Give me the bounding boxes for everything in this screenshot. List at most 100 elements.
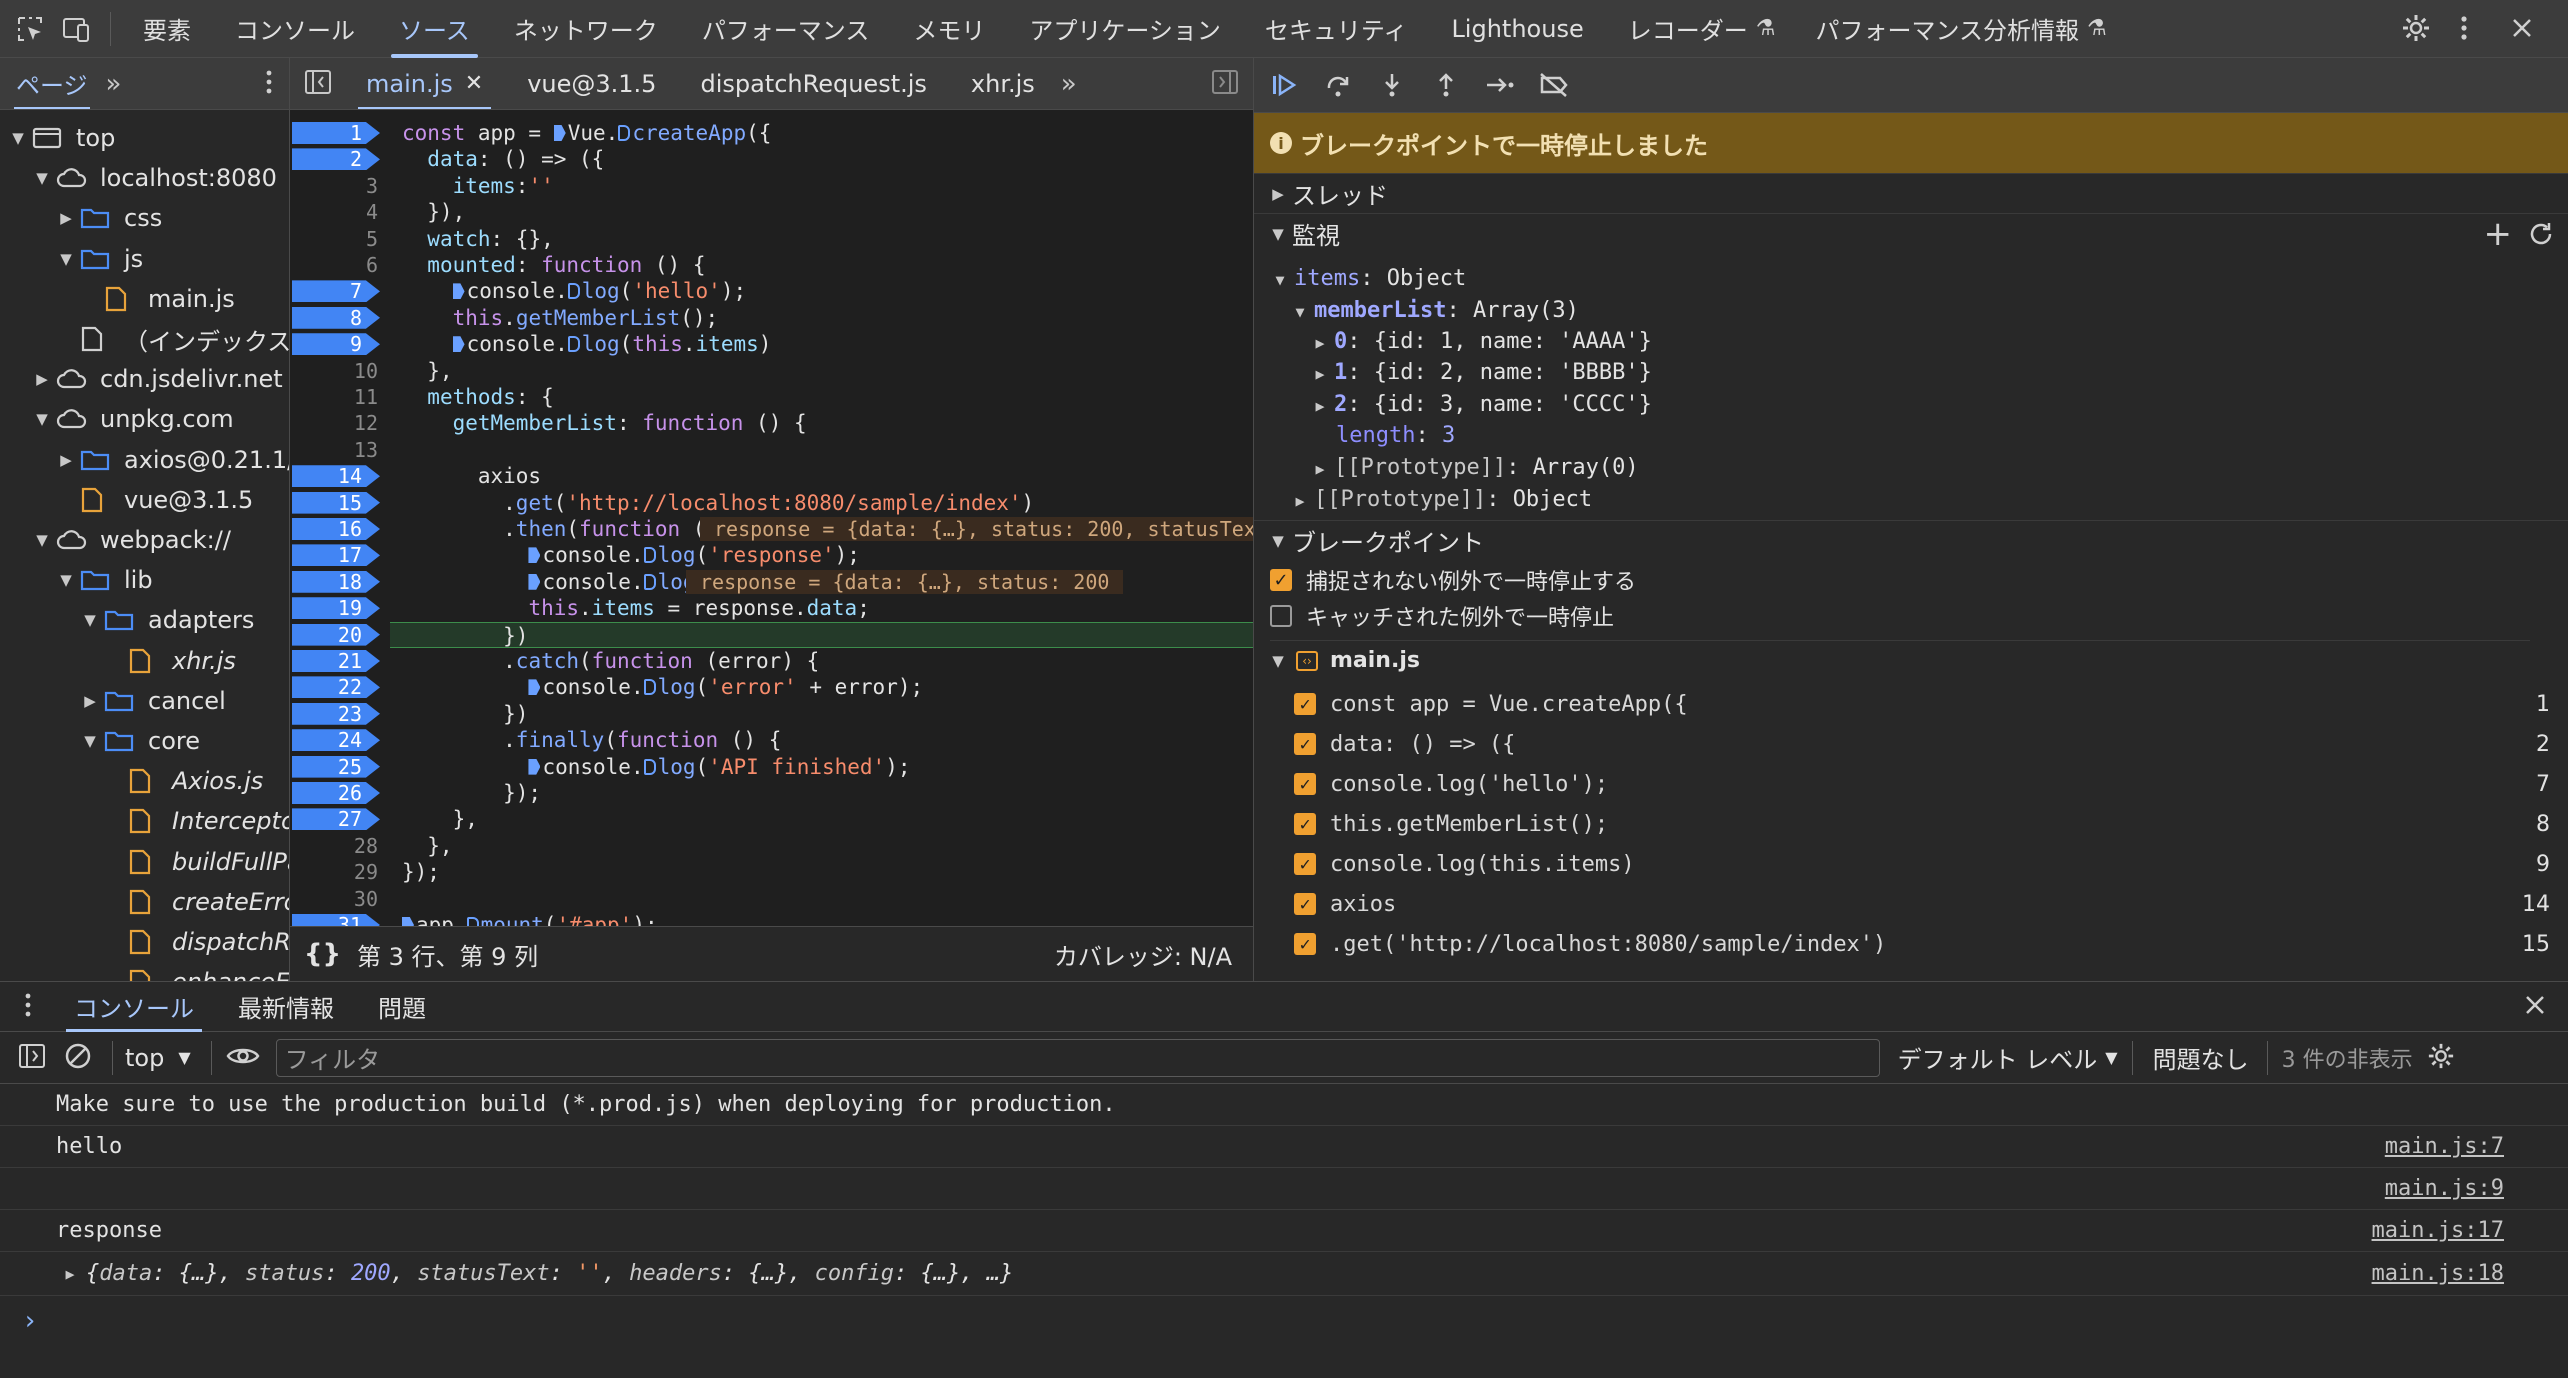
code-line[interactable]: 4 }), bbox=[290, 199, 1253, 225]
watch-memberlist[interactable]: ▼ memberList: Array(3) bbox=[1292, 295, 1578, 327]
breakpoint-marker[interactable]: 14 bbox=[292, 465, 380, 488]
code-line[interactable]: 2 data: () => ({ bbox=[290, 146, 1253, 172]
main-tab-3[interactable]: ネットワーク bbox=[492, 0, 680, 58]
line-number[interactable]: 27 bbox=[290, 806, 390, 832]
code-line[interactable]: 31 app. mount('#app'); bbox=[290, 912, 1253, 926]
toggle-navigator-icon[interactable] bbox=[304, 69, 332, 99]
tree-item[interactable]: ▼ webpack:// bbox=[34, 520, 231, 560]
code-line[interactable]: 8 this.getMemberList(); bbox=[290, 305, 1253, 331]
line-number[interactable]: 24 bbox=[290, 727, 390, 753]
live-expression-eye-icon[interactable] bbox=[226, 1044, 260, 1072]
deactivate-breakpoints-icon[interactable] bbox=[1538, 69, 1570, 101]
collapsed-arrow-icon[interactable]: ▶ bbox=[34, 370, 50, 388]
expanded-arrow-icon[interactable]: ▼ bbox=[34, 169, 50, 187]
code-line[interactable]: 23 }) bbox=[290, 701, 1253, 727]
console-prompt[interactable]: › bbox=[22, 1306, 38, 1336]
line-number[interactable]: 22 bbox=[290, 674, 390, 700]
tree-item[interactable]: ▼ js bbox=[58, 239, 143, 279]
file-tab[interactable]: main.js ✕ bbox=[344, 58, 505, 109]
code-line[interactable]: 24 .finally(function () { bbox=[290, 727, 1253, 753]
breakpoint-marker[interactable]: 15 bbox=[292, 491, 380, 514]
tree-item[interactable]: Axios.js bbox=[106, 761, 263, 801]
line-number[interactable]: 16 bbox=[290, 516, 390, 542]
tree-item[interactable]: ▼ top bbox=[10, 118, 115, 158]
breakpoint-marker[interactable]: 20 bbox=[292, 623, 380, 646]
breakpoint-entry[interactable]: ✓ const app = Vue.createApp({1 bbox=[1294, 684, 2554, 724]
watch-proto-object[interactable]: ▶ [[Prototype]]: Object bbox=[1292, 484, 1592, 516]
breakpoint-marker[interactable]: 27 bbox=[292, 808, 380, 831]
breakpoint-marker[interactable]: 1 bbox=[292, 122, 380, 144]
breakpoint-marker[interactable]: 2 bbox=[292, 148, 380, 171]
code-line[interactable]: 28 }, bbox=[290, 833, 1253, 859]
refresh-icon[interactable] bbox=[2528, 221, 2554, 253]
main-tab-7[interactable]: セキュリティ bbox=[1243, 0, 1430, 58]
watch-proto-array[interactable]: ▶ [[Prototype]]: Array(0) bbox=[1312, 452, 1638, 484]
tree-item[interactable]: dispatchRequest.js bbox=[106, 922, 289, 962]
clear-console-icon[interactable] bbox=[64, 1042, 92, 1074]
tree-item[interactable]: ▼ core bbox=[82, 721, 200, 761]
code-line[interactable]: 14 axios bbox=[290, 463, 1253, 489]
breakpoint-marker[interactable]: 16 bbox=[292, 518, 380, 540]
bp-file-header[interactable]: ▼ ‹› main.js bbox=[1270, 640, 2530, 680]
breakpoint-marker[interactable]: 25 bbox=[292, 755, 380, 778]
source-link[interactable]: main.js:18 bbox=[2372, 1261, 2504, 1286]
line-number[interactable]: 18 bbox=[290, 569, 390, 595]
context-selector[interactable]: top bbox=[125, 1044, 164, 1072]
line-number[interactable]: 6 bbox=[290, 252, 390, 278]
pause-caught-checkbox[interactable] bbox=[1270, 605, 1292, 627]
tree-item[interactable]: ▼ localhost:8080 bbox=[34, 158, 277, 198]
expand-arrow-icon[interactable]: ▶ bbox=[62, 1265, 78, 1283]
line-number[interactable]: 7 bbox=[290, 278, 390, 304]
chevron-down-icon[interactable]: ▼ bbox=[178, 1048, 190, 1067]
more-files-icon[interactable]: » bbox=[1061, 69, 1077, 99]
drawer-menu-icon[interactable] bbox=[24, 992, 32, 1022]
code-line[interactable]: 11 methods: { bbox=[290, 384, 1253, 410]
main-tab-4[interactable]: パフォーマンス bbox=[680, 0, 892, 58]
expanded-arrow-icon[interactable]: ▼ bbox=[58, 250, 74, 268]
line-number[interactable]: 17 bbox=[290, 542, 390, 568]
file-tab[interactable]: xhr.js bbox=[949, 58, 1057, 109]
line-number[interactable]: 14 bbox=[290, 463, 390, 489]
collapsed-arrow-icon[interactable]: ▶ bbox=[58, 209, 74, 227]
line-number[interactable]: 31 bbox=[290, 912, 390, 926]
breakpoint-marker[interactable]: 19 bbox=[292, 597, 380, 620]
line-number[interactable]: 8 bbox=[290, 305, 390, 331]
breakpoint-entry[interactable]: ✓ axios 14 bbox=[1294, 884, 2554, 924]
pause-caught-option[interactable]: キャッチされた例外で一時停止 bbox=[1270, 596, 2530, 636]
breakpoint-marker[interactable]: 31 bbox=[292, 914, 380, 926]
line-number[interactable]: 5 bbox=[290, 226, 390, 252]
breakpoint-checkbox[interactable]: ✓ bbox=[1294, 693, 1316, 715]
main-tab-2[interactable]: ソース bbox=[377, 0, 492, 58]
step-over-icon[interactable] bbox=[1322, 69, 1354, 101]
breakpoint-marker[interactable]: 24 bbox=[292, 729, 380, 752]
breakpoint-marker[interactable]: 7 bbox=[292, 280, 380, 303]
line-number[interactable]: 26 bbox=[290, 780, 390, 806]
breakpoint-checkbox[interactable]: ✓ bbox=[1294, 893, 1316, 915]
code-line[interactable]: 22 console. log('error' + error); bbox=[290, 674, 1253, 700]
log-level-dropdown[interactable]: デフォルト レベル bbox=[1898, 1040, 2098, 1075]
main-tab-1[interactable]: コンソール bbox=[213, 0, 377, 58]
tree-item[interactable]: buildFullPath.js bbox=[106, 842, 289, 882]
drawer-tab[interactable]: コンソール bbox=[52, 982, 216, 1032]
breakpoint-checkbox[interactable]: ✓ bbox=[1294, 853, 1316, 875]
resume-icon[interactable] bbox=[1268, 69, 1300, 101]
line-number[interactable]: 29 bbox=[290, 859, 390, 885]
step-out-icon[interactable] bbox=[1430, 69, 1462, 101]
drawer-tab[interactable]: 問題 bbox=[356, 982, 448, 1032]
tree-item[interactable]: ▼ adapters bbox=[82, 600, 254, 640]
watch-array-entry[interactable]: ▶ 0: {id: 1, name: 'AAAA'} bbox=[1312, 326, 1651, 358]
close-drawer-icon[interactable] bbox=[2524, 994, 2546, 1020]
code-line[interactable]: 20 }) bbox=[290, 621, 1253, 648]
code-line[interactable]: 30 bbox=[290, 886, 1253, 912]
code-line[interactable]: 27 }, bbox=[290, 806, 1253, 832]
code-line[interactable]: 10 }, bbox=[290, 358, 1253, 384]
line-number[interactable]: 12 bbox=[290, 410, 390, 436]
code-line[interactable]: 21 .catch(function (error) { bbox=[290, 648, 1253, 674]
code-line[interactable]: 1 const app = Vue. createApp({ bbox=[290, 120, 1253, 146]
level-chevron-icon[interactable]: ▼ bbox=[2105, 1048, 2117, 1067]
console-object-row[interactable]: ▶ {data: {…}, status: 200, statusText: ''… bbox=[0, 1252, 2568, 1296]
more-tabs-icon[interactable]: » bbox=[106, 69, 122, 99]
code-line[interactable]: 26 }); bbox=[290, 780, 1253, 806]
code-line[interactable]: 19 this.items = response.data; bbox=[290, 595, 1253, 621]
threads-section[interactable]: ▶ スレッド bbox=[1254, 173, 2568, 213]
